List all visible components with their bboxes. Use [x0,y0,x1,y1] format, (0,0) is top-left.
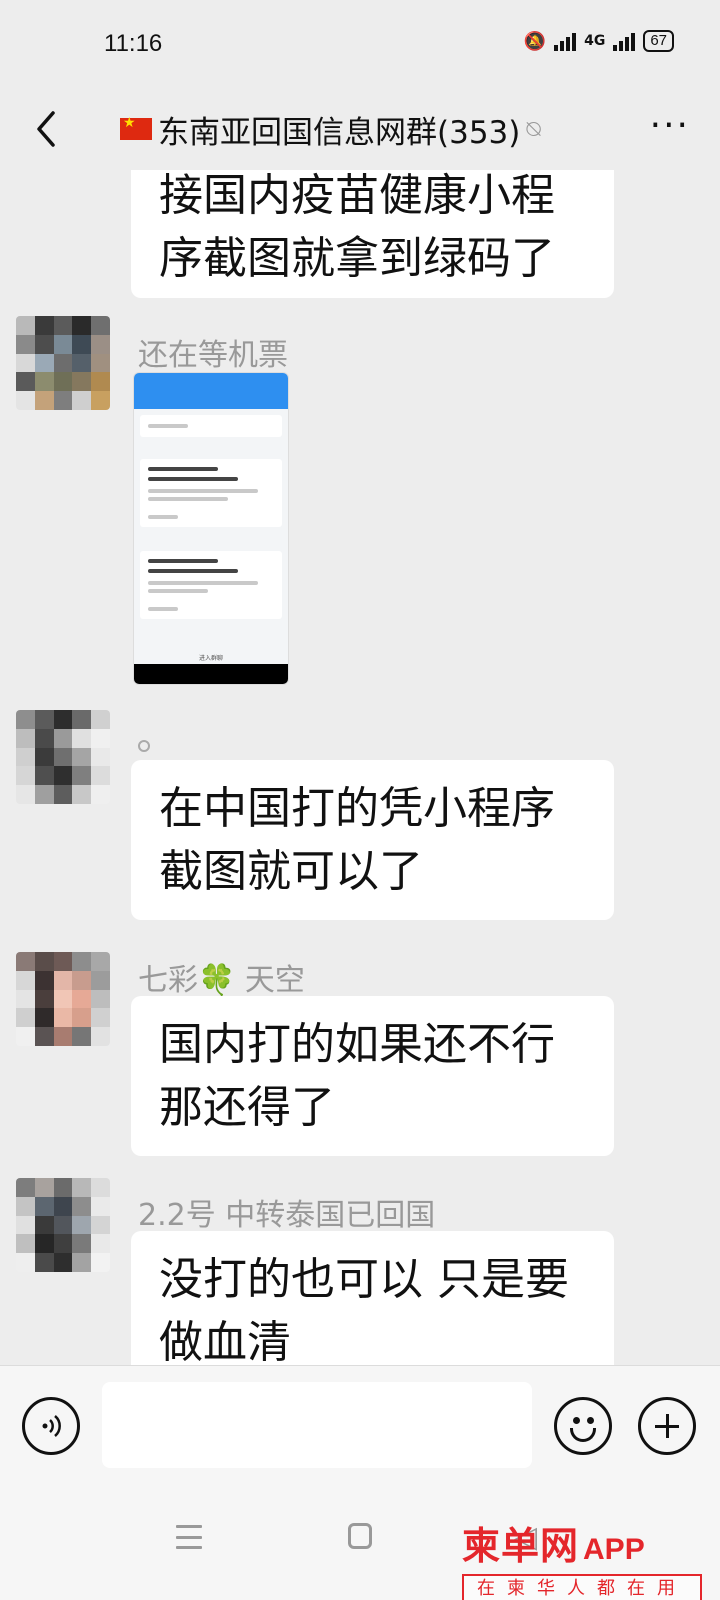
chat-title: 东南亚回国信息网群(353) ⍉ [120,104,541,154]
thumb-card [140,551,282,619]
mute-icon: ⍉ [526,115,541,143]
thumb-navbar [134,664,288,684]
home-icon[interactable] [348,1523,372,1549]
message-line: 做血清 [159,1317,291,1365]
back-icon[interactable] [26,104,66,154]
sender-name: 还在等机票 [138,338,288,373]
thumb-card [140,459,282,527]
recent-apps-icon[interactable] [176,1525,202,1549]
watermark-brand: 柬单网 [462,1524,580,1568]
thumb-footer: 进入群聊 [198,655,223,662]
sender-name-dot [138,740,150,752]
screenshot-image[interactable]: 进入群聊 [133,372,289,685]
signal-icon [554,31,577,51]
more-functions-button[interactable] [638,1397,696,1455]
message-bubble[interactable]: 在中国打的凭小程序 截图就可以了 [131,760,614,920]
sender-name: 2.2号 中转泰国已回国 [138,1198,436,1233]
avatar[interactable] [16,710,110,804]
message-line: 在中国打的凭小程序 [159,783,555,834]
avatar[interactable] [16,1178,110,1272]
message-line: 那还得了 [159,1082,335,1133]
message-line: 接国内疫苗健康小程 [159,170,555,221]
message-bubble[interactable]: 接国内疫苗健康小程 序截图就拿到绿码了 [131,170,614,298]
thumb-card [140,415,282,437]
message-line: 序截图就拿到绿码了 [159,233,555,284]
emoji-icon-mouth [570,1428,596,1442]
emoji-icon [573,1417,580,1424]
more-options-icon[interactable]: ··· [650,106,690,146]
chat-header: 东南亚回国信息网群(353) ⍉ ··· [0,90,720,170]
chat-messages: 接国内疫苗健康小程 序截图就拿到绿码了 还在等机票 进入群聊 在中国打的凭小程序… [0,170,720,1365]
status-icons: 🔕 4G 67 [524,30,674,52]
emoji-button[interactable] [554,1397,612,1455]
message-bubble[interactable]: 没打的也可以 只是要 做血清 [131,1231,614,1365]
group-name: 东南亚回国信息网群(353) [158,114,521,151]
watermark-app: APP [583,1533,645,1566]
avatar[interactable] [16,316,110,410]
status-bar: 11:16 🔕 4G 67 [0,0,720,90]
message-line: 国内打的如果还不行 [159,1019,555,1070]
message-line: 截图就可以了 [159,846,423,897]
signal-icon-2 [613,31,636,51]
china-flag-icon [120,115,152,140]
watermark-slogan: 在柬华人都在用 [462,1574,702,1600]
message-line: 没打的也可以 只是要 [159,1254,569,1305]
battery-icon: 67 [643,30,674,52]
input-bar [0,1365,720,1485]
avatar[interactable] [16,952,110,1046]
message-input[interactable] [102,1382,532,1468]
watermark-logo: 柬单网 APP 在柬华人都在用 [462,1515,714,1600]
status-time: 11:16 [104,30,163,57]
voice-icon [42,1415,61,1437]
voice-input-button[interactable] [22,1397,80,1455]
message-bubble[interactable]: 国内打的如果还不行 那还得了 [131,996,614,1156]
thumb-topbar [134,373,288,409]
network-type-label: 4G [584,33,606,49]
emoji-icon-eye [587,1417,594,1424]
sender-name: 七彩🍀 天空 [138,963,305,998]
mute-bell-icon: 🔕 [523,30,547,52]
